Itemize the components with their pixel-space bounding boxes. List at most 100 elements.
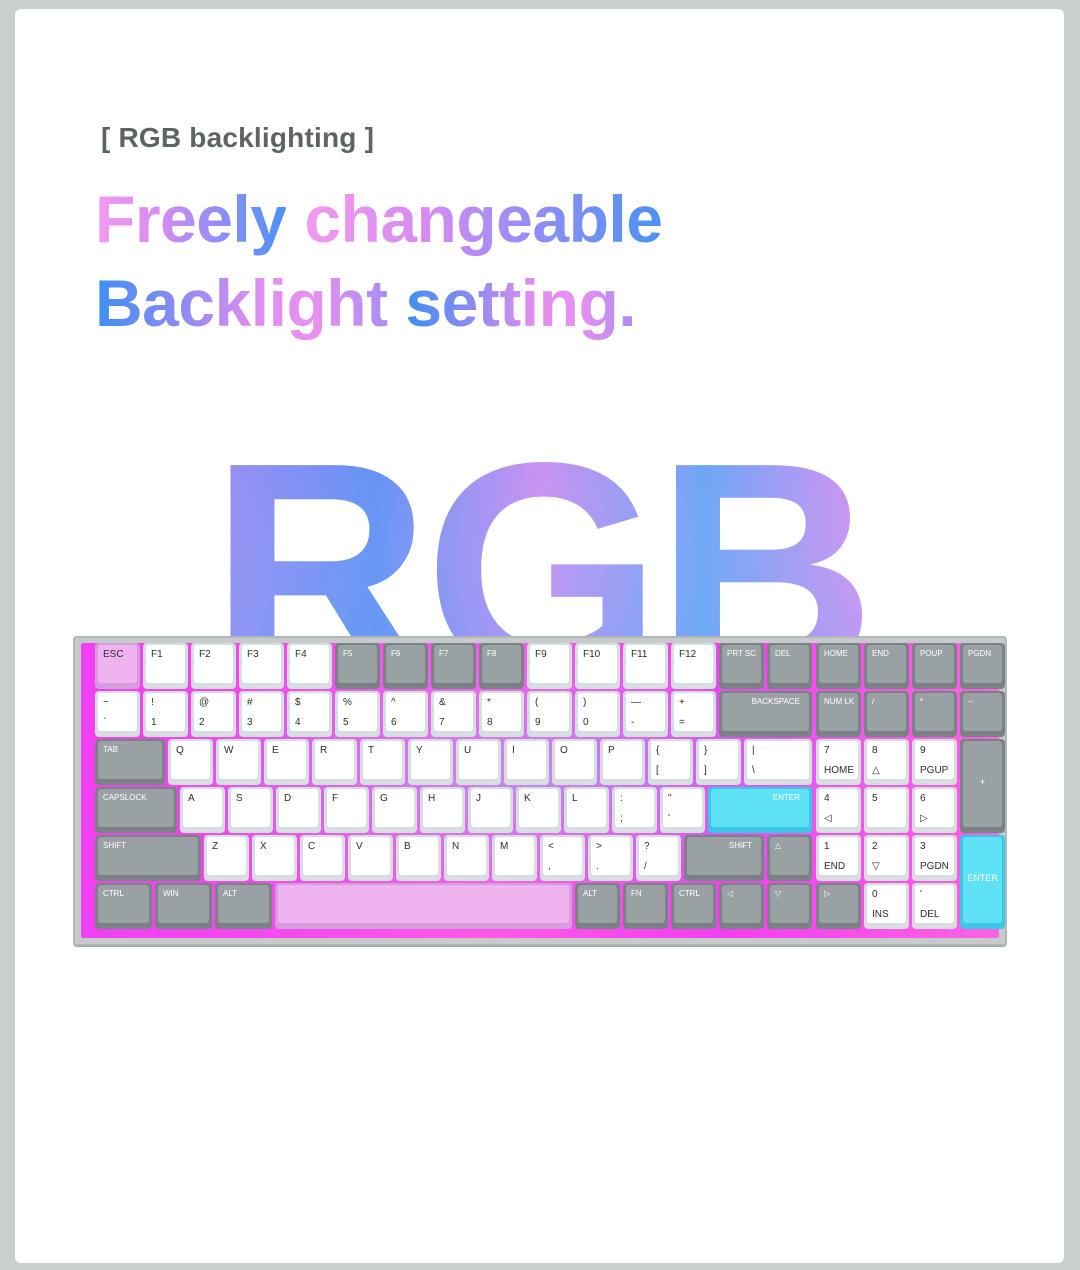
key-symbol: <,: [540, 835, 585, 881]
key-ctrl: CTRL: [95, 883, 152, 929]
key-legend-secondary: ]: [704, 765, 707, 776]
key-legend-secondary: ,: [548, 861, 551, 872]
key-b: B: [396, 835, 441, 881]
key-legend: C: [308, 841, 316, 852]
key-symbol: @2: [191, 691, 236, 737]
key-legend-secondary: ◁: [824, 813, 832, 824]
key-legend: 2: [872, 841, 878, 852]
rgb-watermark: RGB RGB: [210, 430, 876, 640]
key-legend: *: [487, 697, 491, 708]
key-legend: F2: [199, 649, 211, 660]
keycap-face: [747, 741, 809, 779]
key-legend: F: [332, 793, 339, 804]
key-f9: F9: [527, 643, 572, 689]
key-c: C: [300, 835, 345, 881]
key-legend: ): [583, 697, 587, 708]
key-legend: O: [560, 745, 568, 756]
key-legend-secondary: 3: [247, 717, 253, 728]
key-f10: F10: [575, 643, 620, 689]
key-symbol: — -: [623, 691, 668, 737]
key-enter: ENTER: [960, 835, 1005, 929]
key-t: T: [360, 739, 405, 785]
key-legend: @: [199, 697, 210, 708]
key-legend: A: [188, 793, 195, 804]
key-7: 7 HOME: [816, 739, 861, 785]
key-legend: Z: [212, 841, 219, 852]
key-legend: F7: [439, 649, 449, 658]
key-legend: WIN: [163, 889, 179, 898]
key-symbol: ▷: [816, 883, 861, 929]
key-num-lk: NUM LK: [816, 691, 861, 737]
key-legend: /: [872, 697, 875, 706]
key-9: 9 PGUP: [912, 739, 957, 785]
key-legend-secondary: /: [644, 861, 647, 872]
key-y: Y: [408, 739, 453, 785]
key-legend: 5: [872, 793, 878, 804]
key-legend: G: [380, 793, 388, 804]
key-legend: F10: [583, 649, 601, 660]
key-symbol: }]: [696, 739, 741, 785]
key-legend: P: [608, 745, 615, 756]
key-legend: }: [704, 745, 708, 756]
key-symbol: #3: [239, 691, 284, 737]
key-legend: 1: [824, 841, 830, 852]
key-shift: SHIFT: [95, 835, 201, 881]
key-f11: F11: [623, 643, 668, 689]
key-legend-secondary: HOME: [824, 765, 854, 776]
key-legend: W: [224, 745, 234, 756]
key-legend-secondary: [: [656, 765, 659, 776]
key-legend: BACKSPACE: [751, 697, 800, 706]
key-legend-secondary: 6: [391, 717, 397, 728]
key-5: 5: [864, 787, 909, 833]
key-f2: F2: [191, 643, 236, 689]
key-u: U: [456, 739, 501, 785]
key-legend: DEL: [775, 649, 791, 658]
key-symbol: + =: [671, 691, 716, 737]
key-legend: F4: [295, 649, 307, 660]
key-end: END: [864, 643, 909, 689]
key-p: P: [600, 739, 645, 785]
key-symbol: & 7: [431, 691, 476, 737]
key-g: G: [372, 787, 417, 833]
key-legend-secondary: ▽: [872, 861, 880, 872]
key-f6: F6: [383, 643, 428, 689]
key-del: DEL: [767, 643, 812, 689]
key-legend-secondary: PGUP: [920, 765, 949, 776]
key-legend-secondary: 5: [343, 717, 349, 728]
key-legend: F3: [247, 649, 259, 660]
key-f4: F4: [287, 643, 332, 689]
key-legend: T: [368, 745, 375, 756]
key-symbol: ) 0: [575, 691, 620, 737]
key-f: F: [324, 787, 369, 833]
key-h: H: [420, 787, 465, 833]
key-legend: M: [500, 841, 509, 852]
key-f1: F1: [143, 643, 188, 689]
key-l: L: [564, 787, 609, 833]
key-legend: D: [284, 793, 292, 804]
key-legend: F5: [343, 649, 353, 658]
key-legend: 3: [920, 841, 926, 852]
key-legend: ~: [103, 697, 109, 708]
key-f7: F7: [431, 643, 476, 689]
key-w: W: [216, 739, 261, 785]
key-prt-sc: PRT SC: [719, 643, 764, 689]
key-8: 8 △: [864, 739, 909, 785]
key-symbol: % 5: [335, 691, 380, 737]
key-legend: H: [428, 793, 436, 804]
key-s: S: [228, 787, 273, 833]
key-backspace: BACKSPACE: [719, 691, 812, 737]
key-legend: ENTER: [772, 793, 800, 802]
key-legend: 7: [824, 745, 830, 756]
key-legend: ": [668, 793, 672, 804]
key-f12: F12: [671, 643, 716, 689]
key-legend: ALT: [583, 889, 598, 898]
key-symbol: ^ 6: [383, 691, 428, 737]
key-legend: K: [524, 793, 531, 804]
key-legend: E: [272, 745, 279, 756]
key-legend: I: [512, 745, 515, 756]
key-legend: $: [295, 697, 301, 708]
key-j: J: [468, 787, 513, 833]
key-legend: :: [620, 793, 623, 804]
key-legend: N: [452, 841, 460, 852]
key-f8: F8: [479, 643, 524, 689]
